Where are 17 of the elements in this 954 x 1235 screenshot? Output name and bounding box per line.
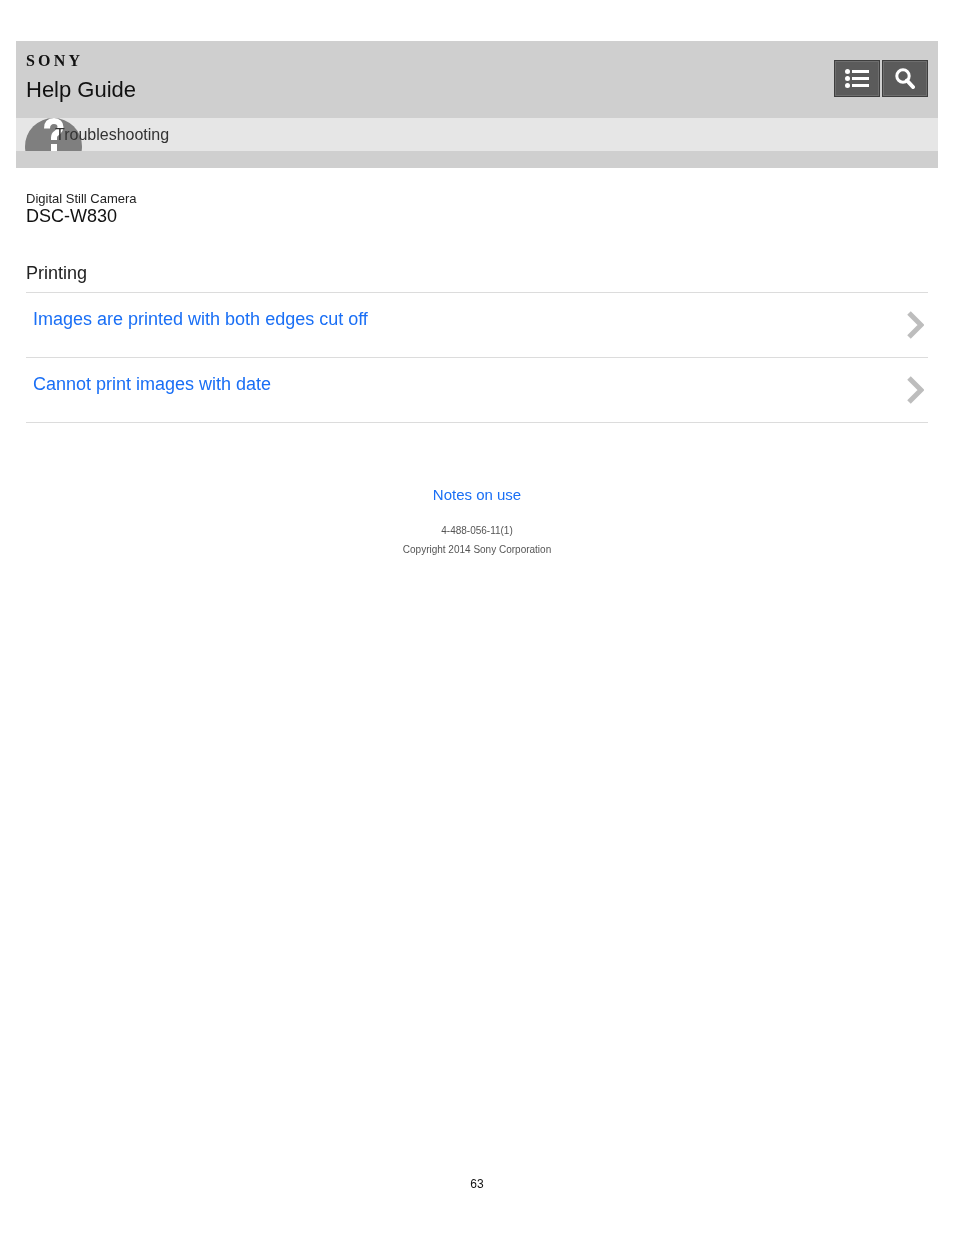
document-code: 4-488-056-11(1) <box>441 525 513 537</box>
list-icon <box>845 69 869 88</box>
chevron-right-icon <box>906 310 924 340</box>
copyright-text: Copyright 2014 Sony Corporation <box>402 544 552 556</box>
search-button[interactable] <box>882 60 928 97</box>
product-category: Digital Still Camera <box>26 191 137 206</box>
page-number: 63 <box>470 1177 484 1191</box>
page-title: Help Guide <box>26 77 137 103</box>
product-model: DSC-W830 <box>26 206 118 226</box>
section-title: Printing <box>26 262 928 293</box>
logo: SONY <box>26 52 85 70</box>
contents-menu-button[interactable] <box>834 60 880 97</box>
topic-link[interactable]: Images are printed with both edges cut off <box>33 309 368 329</box>
search-icon <box>895 68 915 89</box>
chevron-right-icon <box>906 375 924 405</box>
notes-link[interactable]: Notes on use <box>432 486 522 504</box>
topic-link[interactable]: Cannot print images with date <box>33 374 272 394</box>
